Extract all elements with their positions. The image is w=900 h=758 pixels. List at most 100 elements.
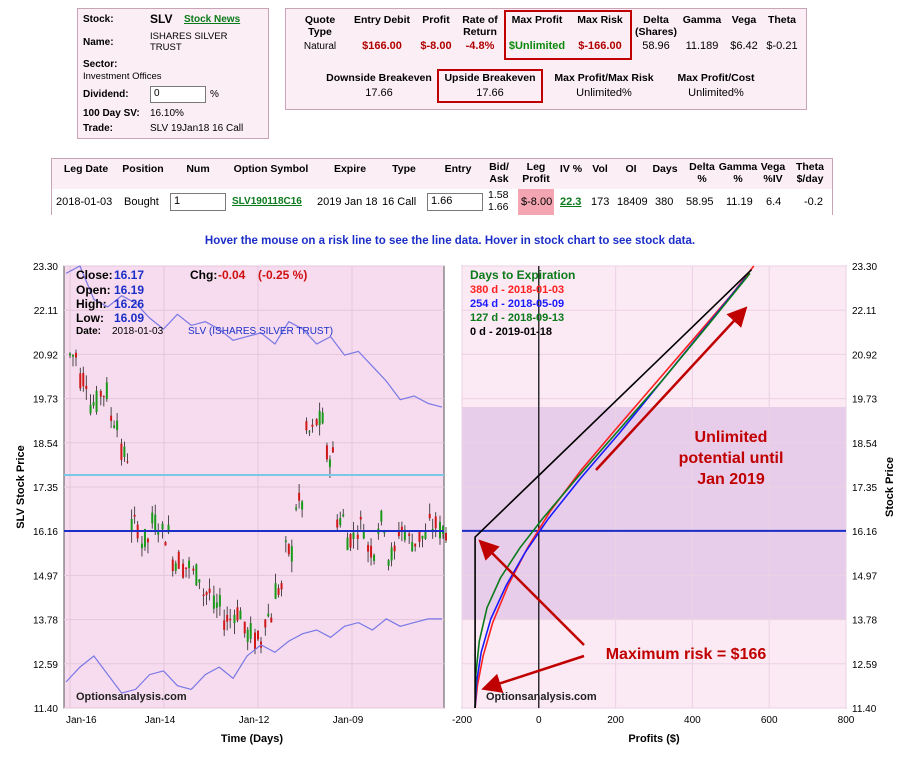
chg-pct-value: (-0.25 %) <box>258 268 307 282</box>
y-tick-label-right: 22.11 <box>852 306 877 317</box>
y-tick-label-left: 20.92 <box>33 350 58 361</box>
candle-body <box>92 402 95 406</box>
stock-x-tick-label: Jan-09 <box>333 715 364 726</box>
y-tick-label-left: 16.16 <box>33 527 58 538</box>
candle-body <box>102 396 105 398</box>
candle-body <box>370 545 373 558</box>
candle-body <box>325 445 328 460</box>
candle-body <box>116 420 119 431</box>
x-tick-label: 0 <box>536 715 542 726</box>
candle-body <box>270 617 273 623</box>
candle-body <box>113 425 116 428</box>
risk-chart-band <box>462 407 846 619</box>
y-tick-label-right: 17.35 <box>852 483 877 494</box>
candle-body <box>82 372 85 387</box>
candle-body <box>298 492 301 501</box>
candle-body <box>233 614 236 624</box>
candle-body <box>336 519 339 528</box>
candle-body <box>154 514 157 533</box>
candle-body <box>69 353 71 356</box>
candle-body <box>264 619 267 628</box>
y-tick-label-right: 19.73 <box>852 395 877 406</box>
candle-body <box>342 514 345 517</box>
candle-body <box>208 588 211 593</box>
y-tick-label-right: 12.59 <box>852 660 877 671</box>
y-tick-label-left: 12.59 <box>33 660 58 671</box>
candle-body <box>311 424 314 427</box>
candle-body <box>387 560 390 566</box>
candle-body <box>315 419 318 426</box>
candle-body <box>328 459 331 468</box>
candle-body <box>105 382 108 400</box>
risk-chart-xlabel: Profits ($) <box>628 733 680 745</box>
candle-body <box>182 563 185 578</box>
candle-body <box>99 391 102 397</box>
candle-body <box>192 568 195 571</box>
candle-body <box>367 544 370 552</box>
stock-x-tick-label: Jan-16 <box>66 715 97 726</box>
candle-body <box>267 613 270 617</box>
x-tick-label: 200 <box>607 715 624 726</box>
candle-body <box>195 564 198 586</box>
candle-body <box>393 545 396 552</box>
y-tick-label-right: 16.16 <box>852 527 877 538</box>
y-tick-label-left: 18.54 <box>33 439 58 450</box>
stock-x-tick-label: Jan-14 <box>145 715 176 726</box>
stock-chart-x-ticks: Jan-16 Jan-14 Jan-12 Jan-09 <box>66 715 364 726</box>
candle-body <box>236 607 239 621</box>
candle-body <box>212 595 215 609</box>
candle-body <box>75 352 77 358</box>
candle-body <box>223 620 226 630</box>
candle-body <box>290 546 293 562</box>
charts-canvas: Close: 16.17 Chg: -0.04 (-0.25 %) Open: … <box>15 262 896 745</box>
candle-body <box>408 533 411 536</box>
candle-body <box>284 540 287 542</box>
candle-body <box>95 390 98 412</box>
high-value: 16.26 <box>114 297 144 311</box>
date-value: 2018-01-03 <box>112 326 164 337</box>
y-tick-label-right: 14.97 <box>852 571 877 582</box>
candle-body <box>362 530 365 539</box>
candle-body <box>140 543 143 549</box>
candle-body <box>308 431 311 433</box>
annotation-unlimited-line1: Unlimited <box>695 429 768 446</box>
candle-body <box>171 559 174 572</box>
candle-body <box>321 412 324 424</box>
low-label: Low: <box>76 311 104 325</box>
candle-body <box>198 579 201 583</box>
x-tick-label: 400 <box>684 715 701 726</box>
close-label: Close: <box>76 268 113 282</box>
chg-value: -0.04 <box>218 268 246 282</box>
y-tick-label-right: 20.92 <box>852 350 877 361</box>
candle-body <box>295 507 298 510</box>
y-tick-label-right: 18.54 <box>852 439 877 450</box>
candle-body <box>126 461 129 463</box>
candle-body <box>418 531 421 542</box>
candle-body <box>174 563 177 571</box>
stock-chart-ylabel: SLV Stock Price <box>15 445 27 529</box>
candle-body <box>164 542 167 546</box>
high-label: High: <box>76 297 107 311</box>
risk-chart-watermark: Optionsanalysis.com <box>486 691 597 703</box>
risk-chart-x-ticks: -200 0 200 400 600 800 <box>452 715 855 726</box>
candle-body <box>301 501 304 510</box>
candle-body <box>229 618 232 621</box>
candle-body <box>349 534 352 548</box>
x-tick-label: -200 <box>452 715 472 726</box>
close-value: 16.17 <box>114 268 144 282</box>
candle-body <box>346 537 349 551</box>
candle-body <box>110 415 113 421</box>
candle-body <box>151 512 154 524</box>
candle-body <box>79 373 82 389</box>
chg-label: Chg: <box>190 268 217 282</box>
legend-item: 380 d - 2018-01-03 <box>470 284 564 296</box>
candle-body <box>188 560 191 569</box>
candle-body <box>434 516 437 529</box>
candle-body <box>239 610 242 620</box>
candle-body <box>249 623 252 639</box>
legend-item: 254 d - 2018-05-09 <box>470 298 564 310</box>
candle-body <box>339 518 342 526</box>
candle-body <box>390 547 393 561</box>
annotation-unlimited-line3: Jan 2019 <box>697 471 765 488</box>
annotation-unlimited-line2: potential until <box>679 450 784 467</box>
